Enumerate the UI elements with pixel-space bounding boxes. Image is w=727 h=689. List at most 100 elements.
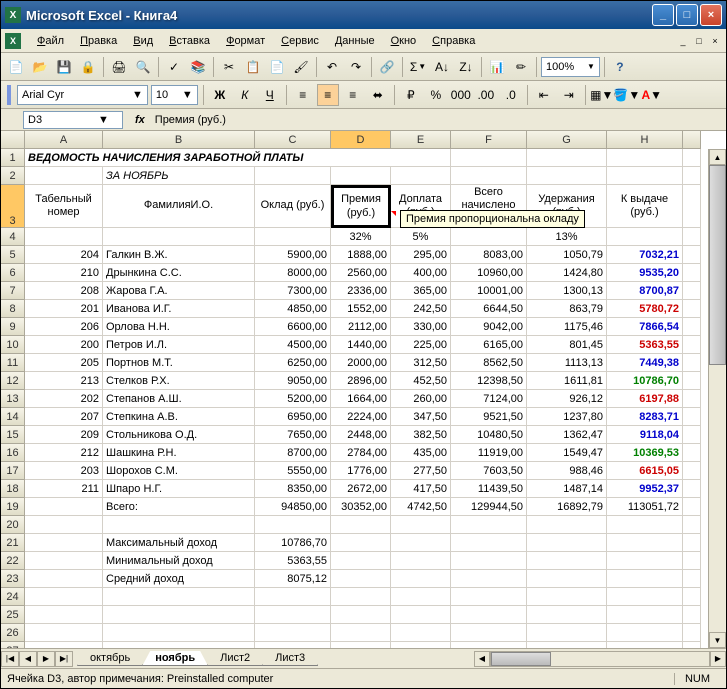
cell-c15[interactable]: 7650,00 bbox=[255, 426, 331, 444]
cell-g9[interactable]: 1175,46 bbox=[527, 318, 607, 336]
menu-файл[interactable]: Файл bbox=[29, 32, 72, 50]
empty[interactable] bbox=[607, 552, 683, 570]
cell-c13[interactable]: 5200,00 bbox=[255, 390, 331, 408]
cell-h7[interactable]: 8700,87 bbox=[607, 282, 683, 300]
cell-g11[interactable]: 1113,13 bbox=[527, 354, 607, 372]
row-header-10[interactable]: 10 bbox=[1, 336, 25, 354]
copy-button[interactable]: 📋 bbox=[242, 56, 264, 78]
cell-f15[interactable]: 10480,50 bbox=[451, 426, 527, 444]
empty[interactable] bbox=[683, 246, 701, 264]
empty[interactable] bbox=[683, 318, 701, 336]
empty[interactable] bbox=[683, 516, 701, 534]
cell-c8[interactable]: 4850,00 bbox=[255, 300, 331, 318]
cell-f12[interactable]: 12398,50 bbox=[451, 372, 527, 390]
tab-last-button[interactable]: ▶| bbox=[55, 651, 73, 667]
worksheet-grid[interactable]: ABCDEFGH1ВЕДОМОСТЬ НАЧИСЛЕНИЯ ЗАРАБОТНОЙ… bbox=[1, 131, 726, 648]
sheet-tab-Лист3[interactable]: Лист3 bbox=[262, 651, 318, 666]
empty[interactable] bbox=[451, 516, 527, 534]
size-input[interactable] bbox=[156, 89, 182, 101]
empty[interactable] bbox=[103, 516, 255, 534]
cell-f14[interactable]: 9521,50 bbox=[451, 408, 527, 426]
empty[interactable] bbox=[391, 552, 451, 570]
hscroll-left-button[interactable]: ◀ bbox=[474, 651, 490, 667]
col-header-B[interactable]: B bbox=[103, 131, 255, 149]
cell-g12[interactable]: 1611,81 bbox=[527, 372, 607, 390]
merge-button[interactable]: ⬌ bbox=[367, 84, 389, 106]
row-header-11[interactable]: 11 bbox=[1, 354, 25, 372]
empty[interactable] bbox=[607, 570, 683, 588]
cell-a14[interactable]: 207 bbox=[25, 408, 103, 426]
pct-e[interactable]: 5% bbox=[391, 228, 451, 246]
row-header-9[interactable]: 9 bbox=[1, 318, 25, 336]
col-header-E[interactable]: E bbox=[391, 131, 451, 149]
minimize-button[interactable]: _ bbox=[652, 4, 674, 26]
empty[interactable] bbox=[25, 570, 103, 588]
empty[interactable] bbox=[683, 480, 701, 498]
row-header-6[interactable]: 6 bbox=[1, 264, 25, 282]
cell-c9[interactable]: 6600,00 bbox=[255, 318, 331, 336]
empty[interactable] bbox=[683, 426, 701, 444]
cell-c6[interactable]: 8000,00 bbox=[255, 264, 331, 282]
empty[interactable] bbox=[391, 606, 451, 624]
empty[interactable] bbox=[683, 624, 701, 642]
italic-button[interactable]: К bbox=[234, 84, 256, 106]
zoom-combo[interactable]: ▼ bbox=[541, 57, 600, 77]
name-box-input[interactable] bbox=[28, 114, 98, 126]
empty[interactable] bbox=[607, 167, 683, 185]
cell-f5[interactable]: 8083,00 bbox=[451, 246, 527, 264]
cell-b8[interactable]: Иванова И.Г. bbox=[103, 300, 255, 318]
row-header-20[interactable]: 20 bbox=[1, 516, 25, 534]
empty[interactable] bbox=[255, 167, 331, 185]
empty[interactable] bbox=[451, 149, 527, 167]
pct-g[interactable]: 13% bbox=[527, 228, 607, 246]
cell-a8[interactable]: 201 bbox=[25, 300, 103, 318]
research-button[interactable]: 📚 bbox=[187, 56, 209, 78]
cell-h6[interactable]: 9535,20 bbox=[607, 264, 683, 282]
cell-b13[interactable]: Степанов А.Ш. bbox=[103, 390, 255, 408]
cell-d6[interactable]: 2560,00 bbox=[331, 264, 391, 282]
horizontal-scrollbar[interactable] bbox=[490, 651, 710, 667]
cell-a17[interactable]: 203 bbox=[25, 462, 103, 480]
cell-f11[interactable]: 8562,50 bbox=[451, 354, 527, 372]
cell-f13[interactable]: 7124,00 bbox=[451, 390, 527, 408]
zoom-input[interactable] bbox=[546, 61, 586, 73]
stat-val-0[interactable]: 10786,70 bbox=[255, 534, 331, 552]
empty[interactable] bbox=[391, 642, 451, 648]
title-cell[interactable]: ВЕДОМОСТЬ НАЧИСЛЕНИЯ ЗАРАБОТНОЙ ПЛАТЫ bbox=[25, 149, 451, 167]
sheet-tab-Лист2[interactable]: Лист2 bbox=[207, 651, 263, 666]
undo-button[interactable]: ↶ bbox=[321, 56, 343, 78]
new-button[interactable]: 📄 bbox=[5, 56, 27, 78]
cell-e5[interactable]: 295,00 bbox=[391, 246, 451, 264]
empty[interactable] bbox=[683, 444, 701, 462]
empty[interactable] bbox=[451, 552, 527, 570]
cell-d18[interactable]: 2672,00 bbox=[331, 480, 391, 498]
empty[interactable] bbox=[607, 228, 683, 246]
cell-f17[interactable]: 7603,50 bbox=[451, 462, 527, 480]
cell-h5[interactable]: 7032,21 bbox=[607, 246, 683, 264]
cell-h15[interactable]: 9118,04 bbox=[607, 426, 683, 444]
cell-e15[interactable]: 382,50 bbox=[391, 426, 451, 444]
empty[interactable] bbox=[25, 516, 103, 534]
print-button[interactable]: 🖨 bbox=[108, 56, 130, 78]
cell-f7[interactable]: 10001,00 bbox=[451, 282, 527, 300]
formula-content[interactable]: Премия (руб.) bbox=[151, 114, 726, 126]
empty[interactable] bbox=[25, 588, 103, 606]
cell-h11[interactable]: 7449,38 bbox=[607, 354, 683, 372]
cell-f9[interactable]: 9042,00 bbox=[451, 318, 527, 336]
empty[interactable] bbox=[607, 642, 683, 648]
empty[interactable] bbox=[683, 588, 701, 606]
empty[interactable] bbox=[683, 300, 701, 318]
cell-c16[interactable]: 8700,00 bbox=[255, 444, 331, 462]
cell-b12[interactable]: Стелков Р.Х. bbox=[103, 372, 255, 390]
empty[interactable] bbox=[683, 282, 701, 300]
tab-first-button[interactable]: |◀ bbox=[1, 651, 19, 667]
empty[interactable] bbox=[683, 185, 701, 228]
cell-d11[interactable]: 2000,00 bbox=[331, 354, 391, 372]
total-c[interactable]: 94850,00 bbox=[255, 498, 331, 516]
empty[interactable] bbox=[683, 228, 701, 246]
menu-вставка[interactable]: Вставка bbox=[161, 32, 218, 50]
underline-button[interactable]: Ч bbox=[259, 84, 281, 106]
align-right-button[interactable]: ≡ bbox=[342, 84, 364, 106]
autosum-button[interactable]: Σ▼ bbox=[407, 56, 429, 78]
doc-close[interactable]: × bbox=[708, 34, 722, 48]
